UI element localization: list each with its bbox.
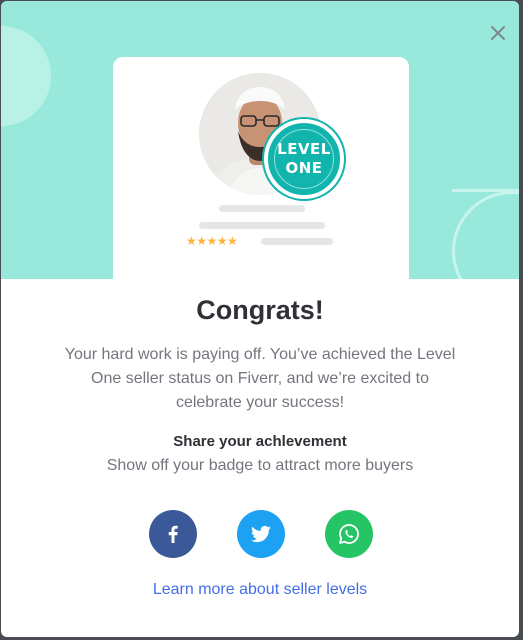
share-facebook-button[interactable] bbox=[149, 510, 197, 558]
rating-stars: ★★★★★ bbox=[186, 234, 238, 248]
congrats-message: Your hard work is paying off. You’ve ach… bbox=[64, 346, 456, 411]
level-one-badge: LEVEL ONE bbox=[264, 119, 344, 199]
congrats-title: Congrats! bbox=[196, 295, 324, 325]
share-twitter-button[interactable] bbox=[237, 510, 285, 558]
whatsapp-icon bbox=[339, 524, 359, 544]
close-icon bbox=[491, 26, 505, 40]
level-up-modal: LEVEL ONE ★★★★★ Congrats! Your hard work… bbox=[1, 1, 519, 637]
placeholder-line bbox=[261, 238, 333, 245]
decorative-arc bbox=[452, 191, 519, 279]
decorative-circle bbox=[1, 26, 51, 126]
placeholder-line bbox=[199, 222, 325, 229]
decorative-line bbox=[452, 189, 519, 192]
facebook-icon bbox=[168, 525, 178, 543]
badge-ring bbox=[274, 129, 334, 189]
share-subtitle: Show off your badge to attract more buye… bbox=[106, 457, 414, 474]
learn-more-link[interactable]: Learn more about seller levels bbox=[1, 581, 519, 599]
close-button[interactable] bbox=[486, 21, 510, 45]
share-title: Share your achlevement bbox=[173, 433, 347, 450]
share-whatsapp-button[interactable] bbox=[325, 510, 373, 558]
profile-card: LEVEL ONE ★★★★★ bbox=[113, 57, 409, 297]
placeholder-line bbox=[219, 205, 305, 212]
twitter-icon bbox=[250, 525, 271, 543]
